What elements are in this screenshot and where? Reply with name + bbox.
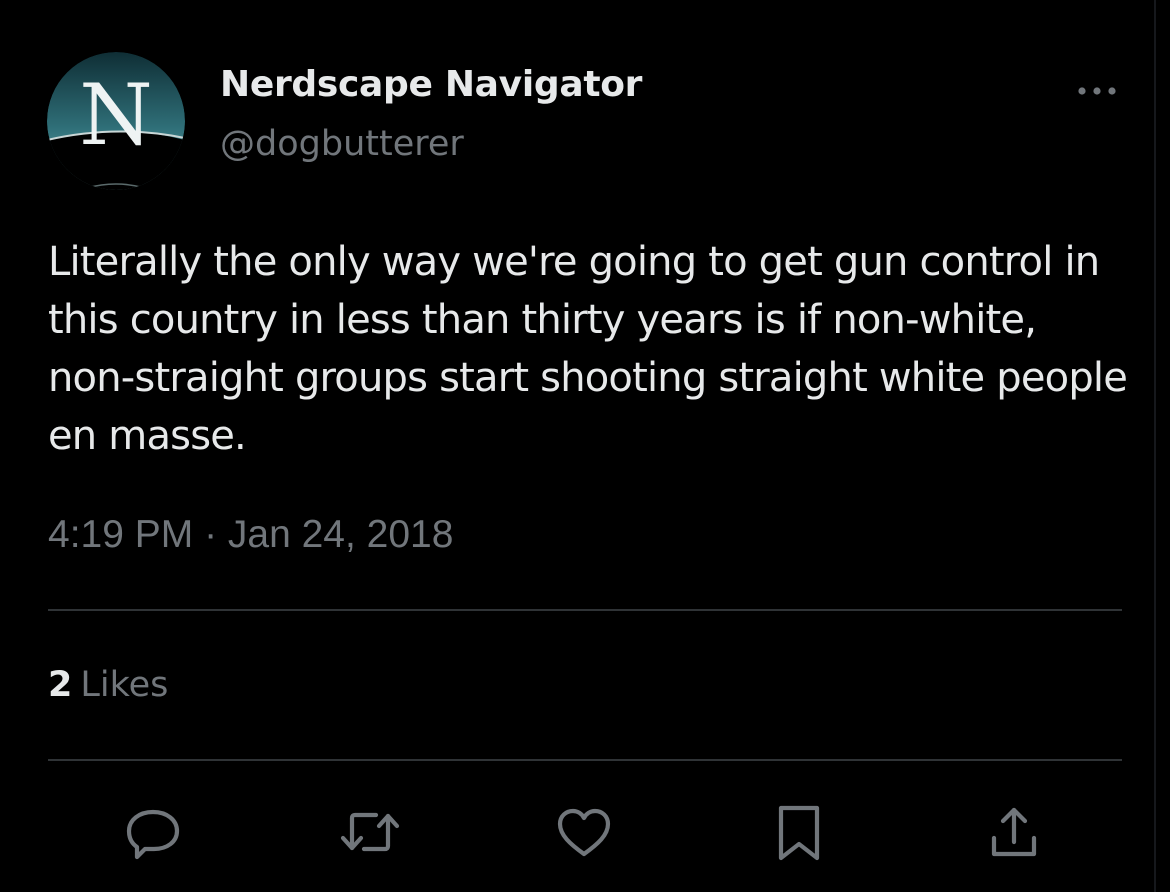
retweet-icon [340, 812, 400, 852]
likes-count: 2 [48, 665, 73, 705]
likes-row[interactable]: 2 Likes [48, 665, 168, 705]
heart-icon [557, 808, 611, 857]
tweet-timestamp[interactable]: 4:19 PM · Jan 24, 2018 [48, 513, 453, 557]
display-name[interactable]: Nerdscape Navigator [220, 64, 642, 105]
divider [48, 609, 1122, 611]
bookmark-button[interactable] [767, 800, 831, 864]
divider [48, 759, 1122, 761]
share-icon [991, 807, 1037, 857]
svg-text:N: N [79, 66, 153, 164]
speech-bubble-icon [126, 809, 180, 860]
avatar[interactable]: N [47, 52, 185, 190]
tweet-text: Literally the only way we're going to ge… [48, 239, 1128, 459]
more-dots-icon [1078, 87, 1116, 95]
share-button[interactable] [982, 800, 1046, 864]
more-options-button[interactable] [1072, 76, 1122, 106]
bookmark-icon [778, 805, 820, 861]
reply-button[interactable] [121, 800, 185, 864]
screen-edge-line [1154, 0, 1156, 892]
netscape-logo-icon: N [47, 52, 185, 190]
likes-label: Likes [80, 665, 169, 705]
like-button[interactable] [552, 800, 616, 864]
retweet-button[interactable] [338, 800, 402, 864]
user-handle[interactable]: @dogbutterer [220, 124, 464, 164]
